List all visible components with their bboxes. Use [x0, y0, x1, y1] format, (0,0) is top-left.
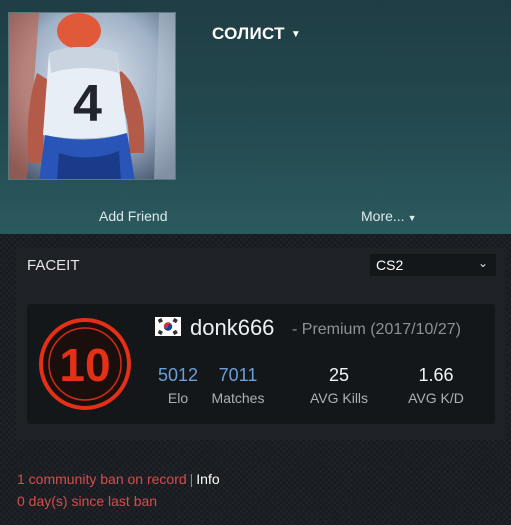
profile-avatar[interactable]: 4 — [8, 12, 176, 180]
community-ban-status: 1 community ban on record | Info — [17, 471, 220, 487]
faceit-level-value: 10 — [59, 339, 110, 391]
faceit-nickname[interactable]: donk666 — [190, 315, 274, 341]
svg-text:4: 4 — [73, 75, 102, 133]
faceit-title: FACEIT — [27, 257, 80, 274]
add-friend-label: Add Friend — [99, 208, 168, 224]
ban-info-link[interactable]: Info — [196, 471, 219, 487]
more-button[interactable]: More... ▼ — [361, 208, 417, 224]
community-ban-text: 1 community ban on record — [17, 471, 187, 487]
south-korea-flag-icon — [155, 317, 181, 336]
faceit-membership: - Premium (2017/10/27) — [292, 321, 461, 338]
stat-avg-kd-value: 1.66 — [418, 365, 454, 385]
stat-matches-value: 7011 — [218, 365, 258, 385]
stat-avg-kd-label: AVG K/D — [408, 390, 464, 406]
faceit-level-badge: 10 — [39, 318, 131, 410]
caret-down-icon: ▼ — [407, 213, 417, 223]
stat-avg-kills-value: 25 — [328, 365, 350, 385]
stat-elo-label: Elo — [167, 390, 189, 406]
stat-matches-label: Matches — [211, 390, 265, 406]
basketball-player-avatar-icon: 4 — [9, 13, 175, 179]
profile-header: 4 СОЛИСТ ▼ Add Friend More... ▼ — [0, 0, 511, 234]
game-select[interactable]: CS2 ⌄ — [370, 254, 496, 276]
days-since-ban: 0 day(s) since last ban — [17, 493, 158, 509]
stat-avg-kills-label: AVG Kills — [309, 390, 369, 406]
more-label: More... — [361, 208, 405, 224]
caret-down-icon: ▼ — [290, 29, 302, 41]
ban-separator: | — [189, 471, 194, 487]
game-select-value: CS2 — [376, 257, 404, 273]
stat-elo-value: 5012 — [157, 365, 199, 385]
persona-name[interactable]: СОЛИСТ ▼ — [212, 24, 301, 44]
add-friend-button[interactable]: Add Friend — [99, 208, 167, 224]
persona-name-text: СОЛИСТ — [212, 24, 285, 43]
chevron-down-icon: ⌄ — [477, 256, 488, 270]
